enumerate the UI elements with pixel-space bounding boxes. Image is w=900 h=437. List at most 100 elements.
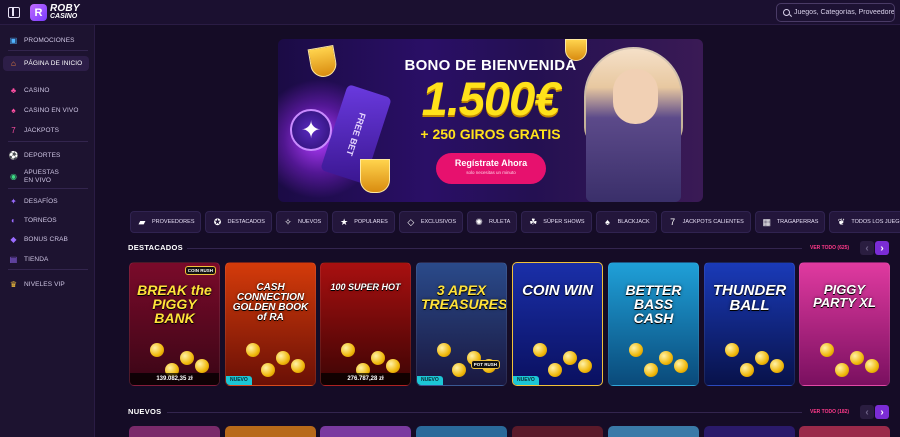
category-chip[interactable]: ✧ NUEVOS [275,211,329,233]
game-tile[interactable]: 3 APEX TREASURES POT RUSH NUEVO [416,262,507,386]
sidebar-item[interactable]: ⌂ PÁGINA DE INICIO [3,56,89,71]
sidebar-toggle-icon[interactable] [8,7,20,18]
sidebar-item[interactable]: ▤ TIENDA [0,254,95,265]
category-chip[interactable]: ♠ BLACKJACK [595,211,657,233]
coin-icon [246,343,260,357]
star-icon: ★ [340,216,349,227]
new-next-button[interactable]: › [875,405,889,419]
coin-icon [291,359,305,373]
game-tile[interactable]: 100 SUPER HOT 276.787,28 zł [320,262,411,386]
game-title: CASH CONNECTION GOLDEN BOOK of RA [232,282,309,323]
divider [187,248,802,249]
seven-icon: 7 [670,217,676,227]
coin-icon [548,363,562,377]
casino-icon: ♣ [10,86,17,95]
folder-icon: ▰ [138,216,146,227]
category-chip[interactable]: ★ POPULARES [332,211,395,233]
sidebar-item[interactable]: ⚽ DEPORTES [0,150,95,161]
category-chip[interactable]: ▰ PROVEEDORES [130,211,202,233]
game-tile[interactable]: COIN WIN NUEVO [512,262,603,386]
category-chip[interactable]: ☘ SÚPER SHOWS [521,211,592,233]
game-tile[interactable] [129,426,220,437]
divider [167,412,802,413]
super-shows-icon: ☘ [529,216,538,227]
sidebar: ▣ PROMOCIONES ⌂ PÁGINA DE INICIO ♣ CASINO ♠ CAS… [0,25,95,437]
logo-line-2: CASINO [50,12,78,20]
category-chip-label: TRAGAPERRAS [776,219,819,225]
sidebar-item[interactable]: ◐ TORNEOS [0,215,95,226]
game-tile[interactable] [799,426,890,437]
featured-prev-button[interactable]: ‹ [860,241,874,255]
category-chip[interactable]: ◇ EXCLUSIVOS [398,211,463,233]
sidebar-item[interactable]: ♣ CASINO [0,85,95,96]
sidebar-item[interactable]: ♠ CASINO EN VIVO [0,105,95,116]
game-tile[interactable]: PIGGY PARTY XL [799,262,890,386]
register-button-note: solo necesitas un minuto [466,170,516,175]
tournaments-icon: ◐ [11,216,16,225]
game-tile[interactable] [320,426,411,437]
new-prev-button[interactable]: ‹ [860,405,874,419]
search-input[interactable] [794,9,894,16]
live-casino-icon: ♠ [11,106,16,115]
sidebar-item-label: PROMOCIONES [24,37,75,44]
game-tile[interactable] [416,426,507,437]
featured-next-button[interactable]: › [875,241,889,255]
sidebar-item[interactable]: ▣ PROMOCIONES [0,35,95,46]
game-title: BREAK the PIGGY BANK [137,282,212,326]
category-chip[interactable]: ✪ DESTACADOS [205,211,272,233]
see-all-featured-link[interactable]: VER TODO (625) [810,245,849,251]
challenges-icon: ✦ [10,197,17,206]
coin-icon [659,351,673,365]
see-all-new-link[interactable]: VER TODO (182) [810,409,849,415]
shop-icon: ▤ [9,255,18,264]
sidebar-divider [8,50,88,51]
home-icon: ⌂ [11,59,16,68]
game-tile[interactable] [608,426,699,437]
game-tile[interactable] [225,426,316,437]
game-tile[interactable]: BREAK the PIGGY BANK COIN RUSH 139.082,35 … [129,262,220,386]
sidebar-item[interactable]: ♛ NIVELES VIP [0,279,95,290]
sidebar-item[interactable]: 7 JACKPOTS [0,125,95,136]
coin-icon [341,343,355,357]
welcome-bonus-banner[interactable]: FREE BET ✦ BONO DE BIENVENIDA 1.500€ + 2… [278,39,703,202]
sidebar-item-label: BONUS CRAB [24,236,68,243]
category-chip-label: BLACKJACK [617,219,650,225]
coin-icon [674,359,688,373]
sidebar-item[interactable]: ◉ APUESTAS EN VIVO [0,168,70,186]
new-badge: NUEVO [417,376,443,385]
category-chip[interactable]: ✺ RULETA [467,211,518,233]
sidebar-item[interactable]: ✦ DESAFÍOS [0,196,95,207]
coin-icon [835,363,849,377]
sidebar-item-label: DEPORTES [24,152,61,159]
category-chip-label: PROVEEDORES [152,219,195,225]
sidebar-divider [8,269,88,270]
new-badge: NUEVO [513,376,539,385]
category-chip[interactable]: ▦ TRAGAPERRAS [754,211,826,233]
coin-icon [725,343,739,357]
register-button[interactable]: Regístrate Ahora solo necesitas un minut… [436,153,546,184]
game-title: THUNDER BALL [712,282,787,314]
game-tile[interactable]: BETTER BASS CASH [608,262,699,386]
coin-icon [371,351,385,365]
logo[interactable]: R ROBY CASINO [30,3,80,22]
category-chip-label: POPULARES [354,219,388,225]
coin-icon [150,343,164,357]
category-chip[interactable]: 7 JACKPOTS CALIENTES [660,211,751,233]
cherries-icon: ❦ [837,216,846,227]
coin-icon [276,351,290,365]
new-badge: NUEVO [226,376,252,385]
sidebar-item[interactable]: ◆ BONUS CRAB [0,234,95,245]
sidebar-item-label: TORNEOS [24,217,57,224]
search-box[interactable] [776,3,895,22]
game-tile[interactable]: THUNDER BALL [704,262,795,386]
game-tile[interactable]: CASH CONNECTION GOLDEN BOOK of RA NUEVO [225,262,316,386]
game-corner-badge: POT RUSH [470,360,500,369]
sidebar-item-label: APUESTAS EN VIVO [24,169,59,184]
category-chip[interactable]: ❦ TODOS LOS JUEGOS [829,211,900,233]
sidebar-item-label: TIENDA [24,256,49,263]
game-tile[interactable] [512,426,603,437]
sidebar-divider [8,188,88,189]
game-tile[interactable] [704,426,795,437]
sidebar-item-label: PÁGINA DE INICIO [24,60,83,67]
coin-icon [644,363,658,377]
